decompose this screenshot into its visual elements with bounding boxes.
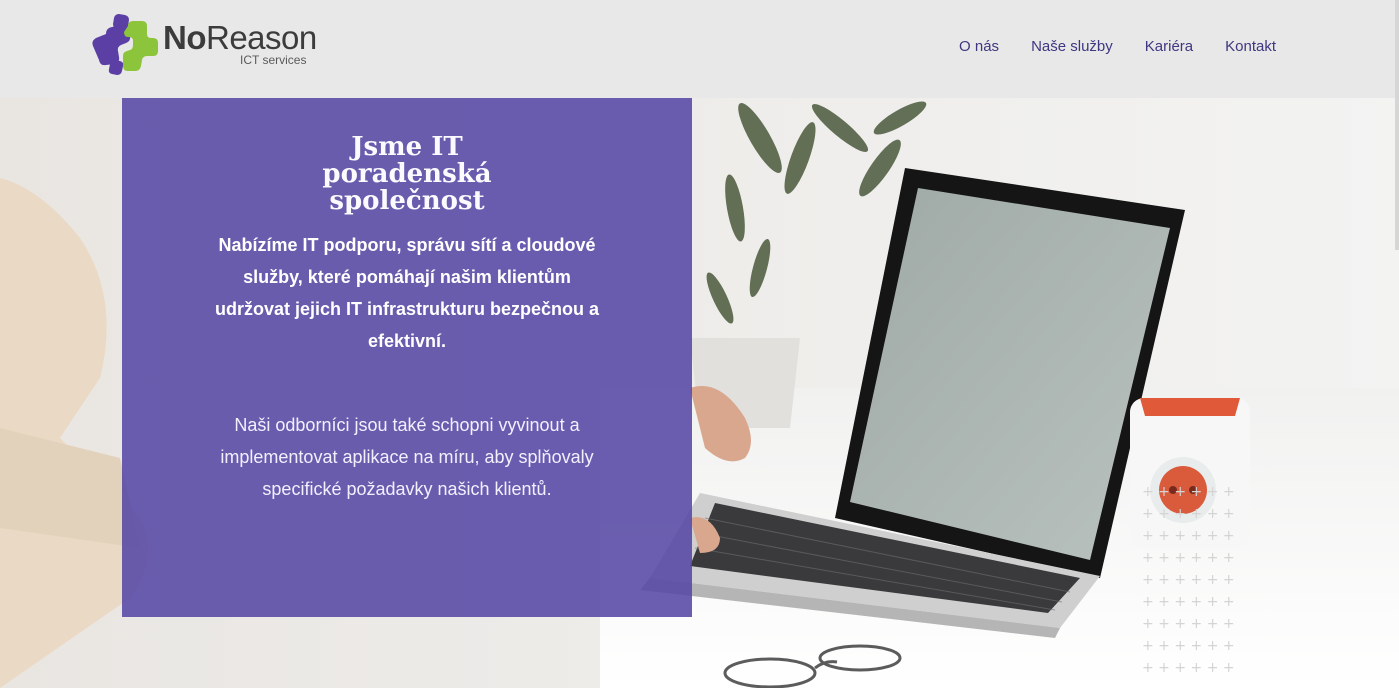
site-header: NoReason ICT services O nás Naše služby … (0, 0, 1399, 98)
svg-text:+ + + + + +: + + + + + + (1142, 572, 1235, 588)
svg-text:+ + + + + +: + + + + + + (1142, 506, 1235, 522)
svg-text:+ + + + + +: + + + + + + (1142, 594, 1235, 610)
svg-text:+ + + + + +: + + + + + + (1142, 660, 1235, 676)
hero-section: + + + + + + + + + + + + + + + + + + + + … (0, 98, 1399, 688)
nav-item-careers[interactable]: Kariéra (1145, 37, 1193, 57)
main-nav: O nás Naše služby Kariéra Kontakt (927, 37, 1276, 57)
logo-tagline: ICT services (240, 53, 307, 67)
nav-item-about[interactable]: O nás (959, 37, 999, 57)
logo-icon (92, 14, 158, 75)
svg-text:+ + + + + +: + + + + + + (1142, 550, 1235, 566)
logo-link[interactable]: NoReason ICT services (92, 14, 322, 78)
page-scrollbar[interactable] (1395, 0, 1399, 250)
logo-wordmark: NoReason (163, 19, 317, 56)
hero-title: Jsme IT poradenská společnost (322, 132, 492, 216)
svg-text:+ + + + + +: + + + + + + (1142, 528, 1235, 544)
svg-text:+ + + + + +: + + + + + + (1142, 638, 1235, 654)
hero-text-panel: Jsme IT poradenská společnost Nabízíme I… (122, 98, 692, 617)
svg-text:+ + + + + +: + + + + + + (1142, 616, 1235, 632)
nav-item-contact[interactable]: Kontakt (1225, 37, 1276, 57)
hero-body-text: Naši odborníci jsou také schopni vyvinou… (220, 415, 594, 499)
hero-lead-text: Nabízíme IT podporu, správu sítí a cloud… (214, 235, 600, 351)
svg-text:+ + + + + +: + + + + + + (1142, 484, 1235, 500)
nav-item-services[interactable]: Naše služby (1031, 37, 1113, 57)
